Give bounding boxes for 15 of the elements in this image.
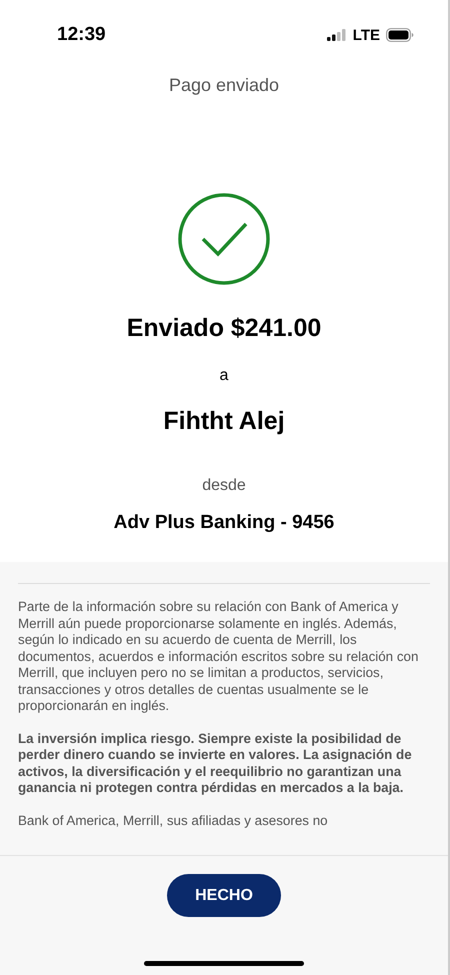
status-time: 12:39 xyxy=(57,24,106,46)
checkmark-circle-icon xyxy=(178,193,270,285)
done-button[interactable]: HECHO xyxy=(167,874,281,917)
disclosure-text: La inversión implica riesgo. Siempre existe la posibilidad de perder dinero cuando se invierte en valores. La asignación de activos, la diversificación y el reequilibrio no garantizan una ganancia ni protegen contra pérdidas en mercados a la baja. xyxy=(18,730,413,796)
to-label: a xyxy=(220,367,228,385)
account-name: Adv Plus Banking - 9456 xyxy=(114,512,334,534)
from-label: desde xyxy=(202,477,246,495)
disclosure-text: Parte de la información sobre su relación con Bank of America y Merrill aún puede proporcionarse solamente en inglés. Además, según lo indicado en su acuerdo de cuenta de Merrill, los documentos, acuerdos e información escritos sobre su relación con Merrill, que incluyen pero no se limitan a productos, servicios, transacciones y otros detalles de cuentas usualmente se le proporcionarán en inglés. xyxy=(18,599,420,714)
signal-icon xyxy=(326,29,347,41)
network-label: LTE xyxy=(352,26,380,44)
recipient-name: Fihtht Alej xyxy=(163,407,285,436)
disclosure-text: Bank of America, Merrill, sus afiliadas y asesores no xyxy=(18,812,329,829)
page-title: Pago enviado xyxy=(168,75,280,96)
amount-sent: Enviado $241.00 xyxy=(126,314,322,343)
battery-icon xyxy=(386,28,414,42)
